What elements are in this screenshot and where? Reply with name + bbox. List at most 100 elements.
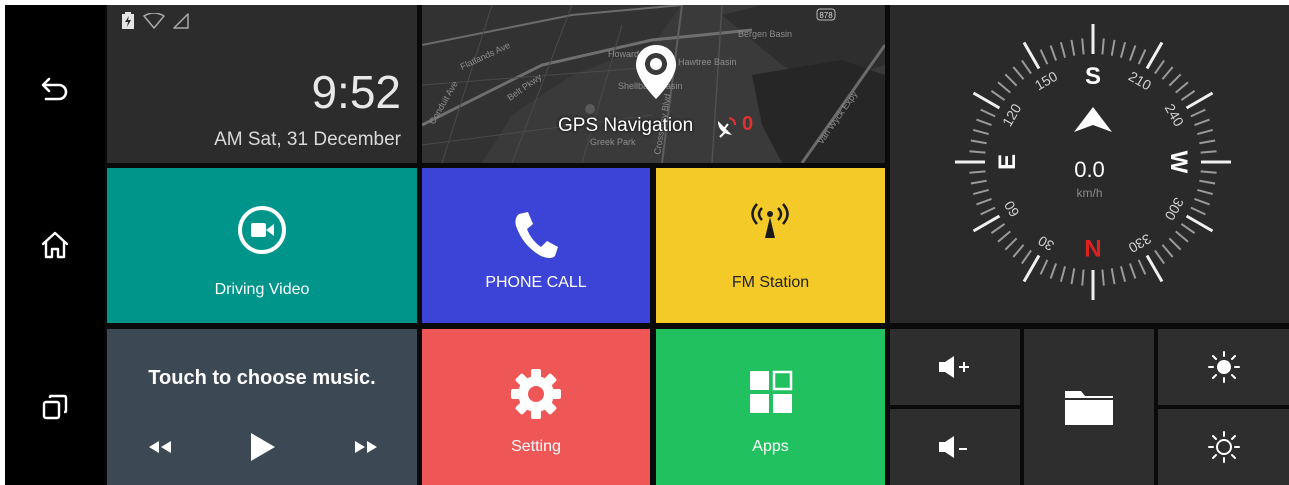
map-label: Greek Park: [590, 137, 636, 147]
compass-tick: [1012, 66, 1025, 80]
compass-tick: [1128, 263, 1137, 279]
compass-degree-label: 330: [1126, 231, 1154, 257]
volume-up-button[interactable]: [890, 329, 1020, 405]
home-button[interactable]: [5, 195, 105, 295]
compass-tick: [1185, 214, 1214, 233]
compass-tick: [1185, 91, 1214, 110]
phone-call-tile[interactable]: PHONE CALL: [422, 168, 650, 323]
compass-tick: [1175, 230, 1189, 243]
compass-tick: [1161, 66, 1174, 80]
compass-tick: [1021, 249, 1032, 265]
recent-apps-button[interactable]: [5, 357, 105, 457]
speed-unit: km/h: [1076, 186, 1103, 200]
compass-speedometer[interactable]: E S W N 30 60 120 150 210 240 300 330 0.0 km/h: [890, 5, 1289, 323]
signal-icon: [173, 13, 189, 29]
compass-tick: [1059, 266, 1067, 283]
map-label: Hawtree Basin: [678, 57, 737, 67]
compass-tick: [1110, 268, 1116, 285]
music-title: Touch to choose music.: [148, 367, 376, 389]
map-label: Bergen Basin: [738, 29, 792, 39]
compass-tick: [1168, 73, 1182, 87]
compass-tick: [1022, 41, 1041, 70]
wifi-icon: [143, 13, 165, 29]
compass-cardinal-s: S: [1085, 63, 1101, 90]
compass-tick: [1101, 38, 1105, 55]
car-launcher-screen: 9:52 AM Sat, 31 December 878 Flatlands A…: [5, 5, 1289, 485]
compass-tick: [1081, 269, 1085, 286]
compass-tick: [980, 108, 996, 118]
phone-icon: [515, 212, 558, 258]
compass-tick: [1145, 41, 1164, 70]
clock-widget[interactable]: 9:52 AM Sat, 31 December: [107, 5, 417, 163]
volume-down-icon: [939, 436, 967, 458]
setting-tile[interactable]: Setting: [422, 329, 650, 485]
compass-tick: [990, 223, 1006, 234]
volume-up-icon: [939, 356, 969, 378]
gps-navigation-tile[interactable]: 878 Flatlands Ave Belt Pkwy Howard Beach…: [422, 5, 885, 163]
compass-degree-label: 210: [1126, 68, 1154, 94]
apps-grid-icon: [750, 370, 793, 413]
compass-tick: [1021, 59, 1032, 75]
back-arrow-icon: [41, 77, 68, 101]
compass-degree-label: 30: [1035, 232, 1057, 254]
compass-degree-label: 120: [999, 101, 1025, 129]
satellite-dish-icon: [718, 117, 736, 138]
road-shield: 878: [819, 11, 833, 20]
files-button[interactable]: [1024, 329, 1154, 485]
compass-tick: [1101, 269, 1105, 286]
radio-antenna-icon: [751, 203, 789, 238]
compass-tick: [1128, 45, 1137, 61]
compass-tick: [980, 206, 996, 216]
clock-time: 9:52: [311, 66, 401, 118]
compass-tick: [1039, 49, 1049, 65]
compass-tick: [1004, 73, 1018, 87]
compass-tick: [1059, 41, 1067, 58]
brightness-up-button[interactable]: [1158, 329, 1289, 405]
compass-tick: [1070, 268, 1076, 285]
compass-tick: [1168, 237, 1182, 251]
phone-call-label: PHONE CALL: [485, 274, 587, 291]
compass-tick: [969, 150, 986, 154]
heading-arrow-icon: [1074, 107, 1112, 132]
video-camera-icon: [238, 206, 286, 254]
compass-tick: [1039, 259, 1049, 275]
fast-forward-icon[interactable]: [353, 439, 379, 455]
setting-label: Setting: [511, 438, 561, 455]
compass-tick: [1190, 108, 1206, 118]
compass-tick: [1161, 244, 1174, 258]
brightness-down-button[interactable]: [1158, 409, 1289, 485]
gps-navigation-label: GPS Navigation: [558, 115, 694, 136]
clock-date: AM Sat, 31 December: [214, 129, 401, 150]
compass-tick: [1190, 206, 1206, 216]
volume-down-button[interactable]: [890, 409, 1020, 485]
compass-tick: [972, 214, 1001, 233]
compass-tick: [990, 90, 1006, 101]
driving-video-label: Driving Video: [214, 281, 310, 298]
music-player-tile[interactable]: Touch to choose music.: [107, 329, 417, 485]
compass-degree-label: 60: [1001, 198, 1023, 220]
speed-value: 0.0: [1074, 157, 1105, 182]
play-icon[interactable]: [249, 431, 277, 463]
apps-tile[interactable]: Apps: [656, 329, 885, 485]
compass-tick: [1119, 266, 1127, 283]
compass-tick: [997, 81, 1011, 94]
compass-tick: [1154, 59, 1165, 75]
compass-tick: [972, 91, 1001, 110]
compass-tick: [972, 128, 989, 136]
compass-degree-label: 150: [1032, 68, 1060, 94]
rewind-icon[interactable]: [147, 439, 173, 455]
compass-tick: [1137, 49, 1147, 65]
fm-station-label: FM Station: [731, 274, 810, 291]
driving-video-tile[interactable]: Driving Video: [107, 168, 417, 323]
back-button[interactable]: [5, 39, 105, 139]
compass-tick: [1119, 41, 1127, 58]
compass-cardinal-n: N: [1084, 234, 1101, 261]
brightness-up-icon: [1207, 351, 1240, 383]
compass-tick: [1200, 150, 1217, 154]
compass-tick: [1180, 90, 1196, 101]
compass-tick: [1145, 254, 1164, 283]
compass-tick: [970, 139, 987, 145]
fm-station-tile[interactable]: FM Station: [656, 168, 885, 323]
satellite-count: 0: [742, 113, 754, 135]
compass-tick: [1180, 223, 1196, 234]
